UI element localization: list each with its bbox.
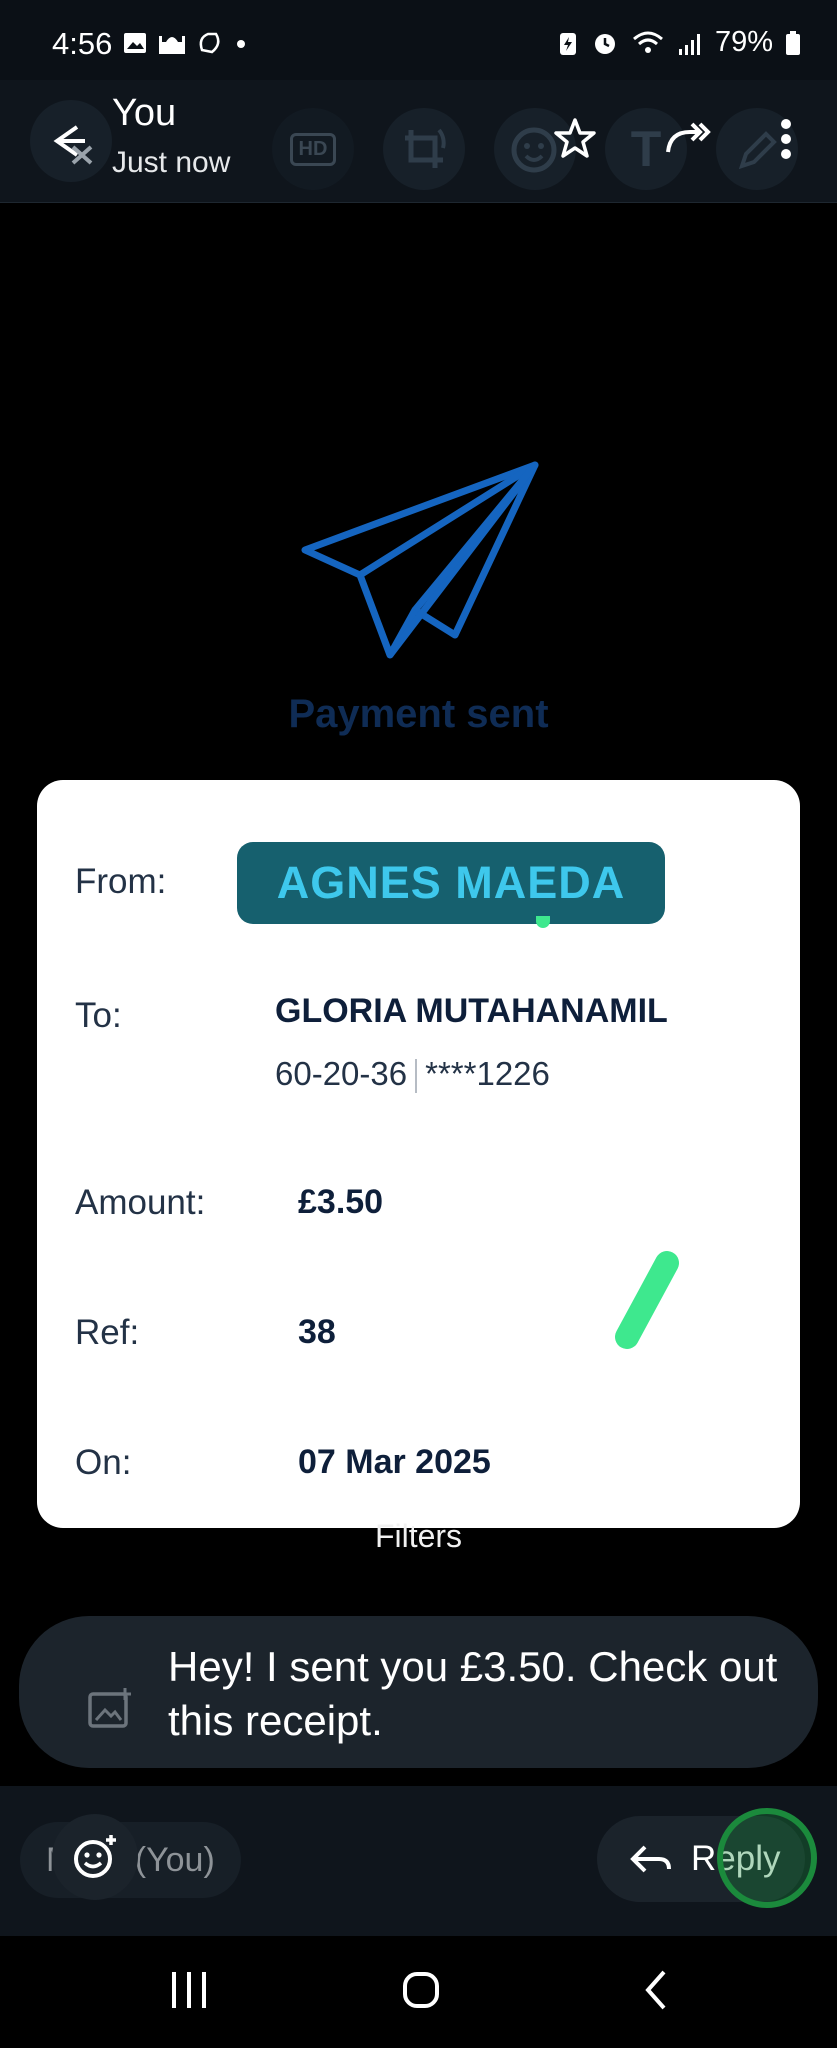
- amount-label: Amount:: [75, 1183, 206, 1222]
- forward-button[interactable]: [664, 118, 712, 163]
- payment-sent-heading: Payment sent: [288, 692, 549, 736]
- alarm-icon: [594, 33, 615, 54]
- account-separator: [415, 1059, 418, 1094]
- status-right: 79%: [557, 26, 801, 59]
- emoji-button[interactable]: [52, 1814, 138, 1900]
- account-details: 60-20-36 ****1226: [275, 1055, 550, 1094]
- back-nav-icon[interactable]: [642, 1968, 672, 2012]
- amount-value: £3.50: [298, 1183, 384, 1221]
- gallery-notification-icon: [124, 33, 146, 53]
- star-button[interactable]: [552, 116, 598, 167]
- crop-rotate-button[interactable]: [383, 108, 465, 190]
- hd-label: HD: [289, 132, 337, 166]
- battery-saver-icon: [559, 32, 576, 55]
- from-name: AGNES MAEDA: [276, 857, 626, 908]
- add-image-icon[interactable]: [87, 1686, 133, 1730]
- back-button[interactable]: [30, 100, 112, 182]
- text-tool-label: T: [630, 121, 662, 177]
- crop-rotate-icon: [405, 128, 446, 168]
- dot-icon: [237, 40, 245, 48]
- emoji-add-icon: [74, 1835, 116, 1878]
- battery-percent: 79%: [714, 26, 773, 58]
- from-label: From:: [75, 862, 167, 901]
- date-value: 07 Mar 2025: [298, 1443, 491, 1481]
- sender-title: You: [112, 92, 177, 134]
- on-label: On:: [75, 1443, 132, 1482]
- ref-label: Ref:: [75, 1313, 140, 1352]
- from-name-badge: AGNES MAEDA: [237, 842, 665, 924]
- notification-icons: [122, 30, 248, 56]
- copilot-notification-icon: [199, 32, 220, 54]
- reply-arrow-icon: [630, 1845, 671, 1873]
- to-name: GLORIA MUTAHANAMIL: [275, 992, 668, 1030]
- signal-icon: [678, 33, 700, 55]
- battery-icon: [786, 30, 800, 55]
- recent-apps-icon[interactable]: [168, 1968, 210, 2012]
- paper-plane-icon: [301, 461, 539, 659]
- doodle-stroke: [615, 1251, 679, 1349]
- status-time: 4:56: [52, 26, 113, 61]
- mosque-notification-icon: [159, 36, 185, 54]
- caption-text[interactable]: Hey! I sent you £3.50. Check out this re…: [168, 1640, 788, 1748]
- back-arrow-icon: [53, 125, 93, 165]
- more-vertical-icon: [781, 119, 791, 159]
- sent-time: Just now: [112, 146, 231, 179]
- more-options-button[interactable]: [774, 118, 798, 167]
- filters-label[interactable]: Filters: [0, 1518, 837, 1555]
- sort-code: 60-20-36: [275, 1055, 408, 1092]
- account-number: ****1226: [425, 1055, 550, 1092]
- forward-icon: [666, 122, 711, 153]
- wifi-icon: [632, 31, 663, 53]
- home-icon[interactable]: [401, 1968, 441, 2012]
- star-icon: [554, 118, 596, 158]
- send-button[interactable]: [717, 1808, 817, 1908]
- hd-button[interactable]: HD: [272, 108, 354, 190]
- ref-value: 38: [298, 1313, 336, 1351]
- to-label: To:: [75, 996, 122, 1035]
